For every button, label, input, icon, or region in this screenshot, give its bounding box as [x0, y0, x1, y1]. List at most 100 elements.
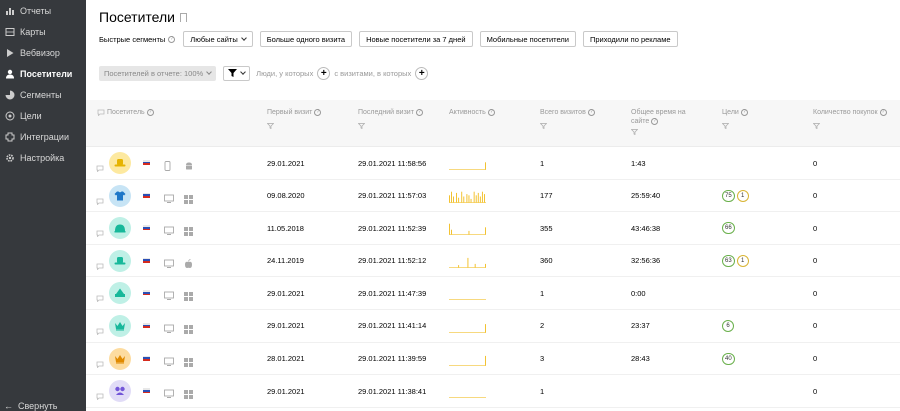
- hat-icon[interactable]: [109, 249, 131, 272]
- column-purchases[interactable]: Количество покупок ?: [813, 108, 887, 129]
- column-total-time[interactable]: Общее время на сайте ?: [631, 108, 686, 135]
- sidebar-item-2[interactable]: Вебвизор: [0, 42, 86, 63]
- comment-icon[interactable]: [96, 192, 104, 210]
- sidebar-item-label: Карты: [20, 26, 46, 37]
- help-icon[interactable]: ?: [740, 108, 748, 116]
- crown-icon[interactable]: [109, 314, 131, 337]
- chevron-down-icon: [240, 68, 247, 75]
- filter-icon[interactable]: [813, 123, 820, 129]
- goal-badge[interactable]: 40: [722, 352, 735, 365]
- flag-icon: [143, 160, 150, 166]
- sparkline-bar: [485, 355, 486, 366]
- sidebar-item-6[interactable]: Интеграции: [0, 126, 86, 147]
- collapse-sidebar-button[interactable]: ← Свернуть: [4, 401, 57, 411]
- cake-icon[interactable]: [109, 282, 131, 305]
- segment-button-mobile-visitors[interactable]: Мобильные посетители: [479, 31, 576, 47]
- goals-cell: 75 1: [722, 180, 751, 212]
- windows-icon: [184, 288, 193, 306]
- column-first-visit[interactable]: Первый визит ?: [267, 108, 322, 129]
- filter-icon[interactable]: [358, 123, 365, 129]
- last-visit-cell: 29.01.2021 11:52:39: [358, 223, 427, 233]
- dome-icon[interactable]: [109, 217, 131, 240]
- sidebar-item-0[interactable]: Отчеты: [0, 0, 86, 21]
- table-row[interactable]: 09.08.2020 29.01.2021 11:57:03 177 25:59:40…: [86, 180, 900, 213]
- desktop-icon: [164, 386, 174, 404]
- total-visits-cell: 3: [540, 354, 545, 364]
- help-icon[interactable]: ?: [415, 108, 423, 116]
- crown-icon[interactable]: [109, 347, 131, 370]
- funnel-icon: [228, 69, 238, 77]
- sidebar-item-label: Настройка: [20, 152, 65, 163]
- comment-icon[interactable]: [96, 355, 104, 373]
- help-icon[interactable]: ?: [587, 108, 595, 116]
- last-visit-cell: 29.01.2021 11:57:03: [358, 191, 427, 201]
- comment-icon[interactable]: [96, 322, 104, 340]
- activity-sparkline: [449, 162, 486, 170]
- sparkline-bar: [458, 264, 460, 268]
- visitor-share-dropdown[interactable]: Посетителей в отчете: 100%: [99, 65, 217, 81]
- help-icon[interactable]: ?: [879, 108, 887, 116]
- sites-dropdown[interactable]: Любые сайты: [183, 31, 253, 47]
- sidebar-item-7[interactable]: Настройка: [0, 147, 86, 168]
- help-icon[interactable]: ?: [146, 108, 154, 116]
- flag-icon: [143, 322, 150, 328]
- table-row[interactable]: 28.01.2021 29.01.2021 11:39:59 3 28:43 0 40: [86, 343, 900, 376]
- desktop-icon: [164, 191, 174, 209]
- help-icon[interactable]: ?: [487, 108, 495, 116]
- filter-icon[interactable]: [540, 123, 547, 129]
- table-row[interactable]: 29.01.2021 29.01.2021 11:41:14 2 23:37 0 6: [86, 310, 900, 343]
- goal-badge[interactable]: 63: [722, 254, 735, 267]
- goal-badge[interactable]: 1: [736, 254, 749, 267]
- table-row[interactable]: 29.01.2021 29.01.2021 11:38:41 1 0: [86, 375, 900, 408]
- comment-icon[interactable]: [96, 224, 104, 242]
- goal-badge[interactable]: 6: [722, 319, 734, 332]
- filter-icon[interactable]: [722, 123, 729, 129]
- hat-icon[interactable]: [109, 152, 131, 174]
- comment-icon[interactable]: [96, 257, 104, 275]
- column-visitor[interactable]: Посетитель ?: [97, 108, 154, 117]
- sparkline-bar: [485, 227, 486, 235]
- target-icon: [4, 110, 16, 122]
- filter-dropdown[interactable]: [223, 65, 251, 81]
- total-visits-cell: 2: [540, 321, 545, 331]
- goal-badge[interactable]: 66: [722, 222, 735, 235]
- sparkline-bar: [449, 194, 450, 203]
- segment-button-more-than-one-visit[interactable]: Больше одного визита: [259, 31, 353, 47]
- purchases-cell: 0: [813, 191, 818, 201]
- comment-icon[interactable]: [96, 159, 104, 177]
- column-total-visits[interactable]: Всего визитов ?: [540, 108, 595, 129]
- column-activity[interactable]: Активность ?: [449, 108, 495, 117]
- help-icon[interactable]: ?: [651, 117, 659, 125]
- sidebar-item-4[interactable]: Сегменты: [0, 84, 86, 105]
- people-filter-label: Люди, у которых: [256, 68, 314, 78]
- help-icon[interactable]: ?: [168, 35, 176, 43]
- sidebar-item-1[interactable]: Карты: [0, 21, 86, 42]
- filter-icon[interactable]: [631, 129, 638, 135]
- first-visit-cell: 29.01.2021: [267, 386, 305, 396]
- segment-button-from-ads[interactable]: Приходили по рекламе: [583, 31, 678, 47]
- filter-icon[interactable]: [267, 123, 274, 129]
- sidebar-item-3[interactable]: Посетители: [0, 63, 86, 84]
- tshirt-icon[interactable]: [109, 184, 131, 207]
- comment-icon[interactable]: [96, 289, 104, 307]
- column-goals[interactable]: Цели ?: [722, 108, 748, 129]
- goal-badge[interactable]: 1: [736, 189, 749, 202]
- segment-button-new-visitors-7-days[interactable]: Новые посетители за 7 дней: [359, 31, 473, 47]
- table-row[interactable]: 11.05.2018 29.01.2021 11:52:39 355 43:46:38…: [86, 212, 900, 245]
- sparkline-bar: [451, 191, 452, 203]
- table-row[interactable]: 29.01.2021 29.01.2021 11:58:56 1 1:43 0: [86, 147, 900, 180]
- table-row[interactable]: 29.01.2021 29.01.2021 11:47:39 1 0:00 0: [86, 277, 900, 310]
- bow-icon[interactable]: [109, 380, 131, 403]
- bookmark-icon[interactable]: [179, 12, 187, 25]
- sparkline-bar: [484, 193, 485, 203]
- goal-badge[interactable]: 75: [722, 189, 735, 202]
- chevron-down-icon: [240, 34, 247, 41]
- bar-chart-icon: [4, 5, 16, 17]
- comment-icon[interactable]: [96, 387, 104, 405]
- add-people-condition-button[interactable]: +: [317, 66, 331, 80]
- help-icon[interactable]: ?: [314, 108, 322, 116]
- table-row[interactable]: 24.11.2019 29.01.2021 11:52:12 360 32:56:36…: [86, 245, 900, 278]
- column-last-visit[interactable]: Последний визит ?: [358, 108, 423, 129]
- add-visit-condition-button[interactable]: +: [415, 66, 429, 80]
- sidebar-item-5[interactable]: Цели: [0, 105, 86, 126]
